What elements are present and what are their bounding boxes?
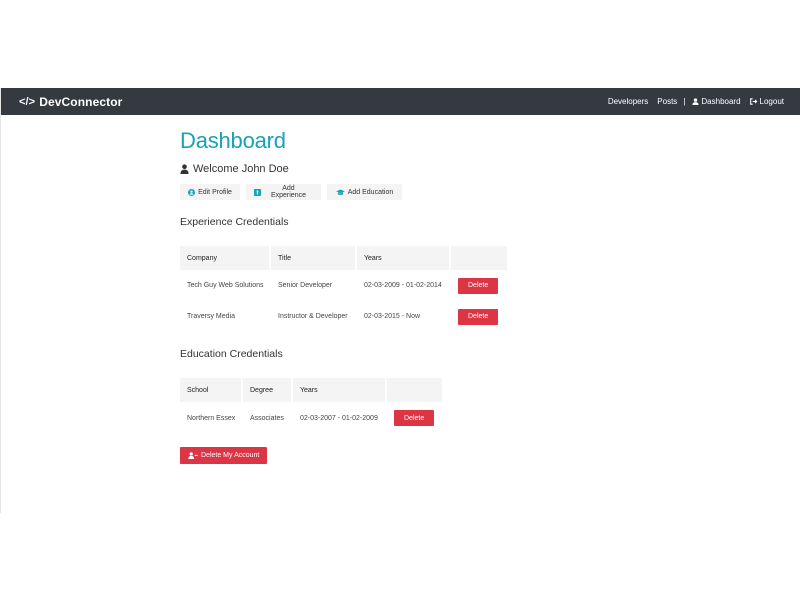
add-education-label: Add Education: [347, 188, 394, 196]
table-header-row: Company Title Years: [180, 246, 507, 270]
user-icon: [692, 98, 699, 105]
brand-name: DevConnector: [39, 94, 123, 109]
add-experience-button[interactable]: Add Experience: [246, 184, 321, 200]
nav-posts[interactable]: Posts: [657, 97, 677, 106]
add-education-button[interactable]: Add Education: [327, 184, 402, 200]
nav-developers[interactable]: Developers: [608, 97, 648, 106]
years-cell: 02-03-2007 - 01-02-2009: [300, 414, 378, 422]
action-cell: Delete: [451, 270, 507, 301]
sign-out-icon: [749, 98, 757, 105]
black-tie-icon: [254, 188, 261, 196]
user-icon: [180, 164, 189, 174]
brand-link[interactable]: </> DevConnector: [19, 95, 122, 109]
delete-experience-button[interactable]: Delete: [458, 308, 499, 325]
title-cell: Instructor & Developer: [278, 313, 348, 320]
edit-profile-label: Edit Profile: [198, 188, 232, 196]
welcome-message: Welcome John Doe: [180, 163, 289, 175]
column-header-school: School: [180, 378, 241, 402]
column-header-action: [451, 246, 507, 270]
company-cell: Tech Guy Web Solutions: [187, 282, 264, 289]
user-circle-icon: [188, 188, 196, 196]
nav-logout-label: Logout: [759, 97, 784, 106]
column-header-company: Company: [180, 246, 269, 270]
delete-account-label: Delete My Account: [201, 452, 260, 459]
nav-logout[interactable]: Logout: [749, 97, 784, 106]
company-cell: Traversy Media: [187, 313, 235, 320]
column-header-action: [387, 378, 442, 402]
table-header-row: School Degree Years: [180, 378, 442, 402]
table-row: Traversy Media Instructor & Developer 02…: [180, 301, 507, 332]
table-row: Tech Guy Web Solutions Senior Developer …: [180, 270, 507, 301]
column-header-years: Years: [357, 246, 449, 270]
table-row: Northern Essex Associates 02-03-2007 - 0…: [180, 402, 442, 434]
page-title: Dashboard: [180, 128, 286, 153]
edit-profile-button[interactable]: Edit Profile: [180, 184, 240, 200]
navbar: </> DevConnector Developers Posts | Dash…: [1, 88, 800, 115]
user-minus-icon: [188, 452, 198, 459]
column-header-years: Years: [293, 378, 385, 402]
nav-dashboard-label: Dashboard: [701, 97, 741, 106]
experience-section-title: Experience Credentials: [180, 216, 289, 228]
column-header-title: Title: [271, 246, 355, 270]
education-table: School Degree Years Northern Essex Assoc…: [178, 378, 444, 434]
graduation-cap-icon: [335, 189, 345, 195]
years-cell: 02-03-2009 - 01-02-2014: [364, 282, 442, 289]
education-section-title: Education Credentials: [180, 348, 283, 360]
nav-links: Developers Posts | Dashboard Logout: [608, 97, 784, 106]
action-cell: Delete: [387, 402, 442, 434]
add-experience-label: Add Experience: [270, 185, 306, 199]
experience-table: Company Title Years Tech Guy Web Solutio…: [178, 246, 509, 332]
nav-dashboard[interactable]: Dashboard: [692, 97, 741, 106]
title-cell: Senior Developer: [278, 282, 333, 289]
school-cell: Northern Essex: [187, 414, 236, 422]
dashboard-actions: Edit Profile Add Experience Add Educatio…: [180, 184, 402, 200]
nav-separator: |: [683, 97, 686, 106]
delete-education-button[interactable]: Delete: [394, 410, 435, 426]
welcome-text: Welcome John Doe: [193, 163, 289, 175]
action-cell: Delete: [451, 301, 507, 332]
years-cell: 02-03-2015 - Now: [364, 313, 421, 320]
page-frame: </> DevConnector Developers Posts | Dash…: [0, 88, 800, 513]
degree-cell: Associates: [250, 414, 284, 422]
column-header-degree: Degree: [243, 378, 291, 402]
code-icon: </>: [19, 95, 36, 108]
delete-experience-button[interactable]: Delete: [458, 277, 499, 294]
delete-account-button[interactable]: Delete My Account: [180, 447, 268, 464]
